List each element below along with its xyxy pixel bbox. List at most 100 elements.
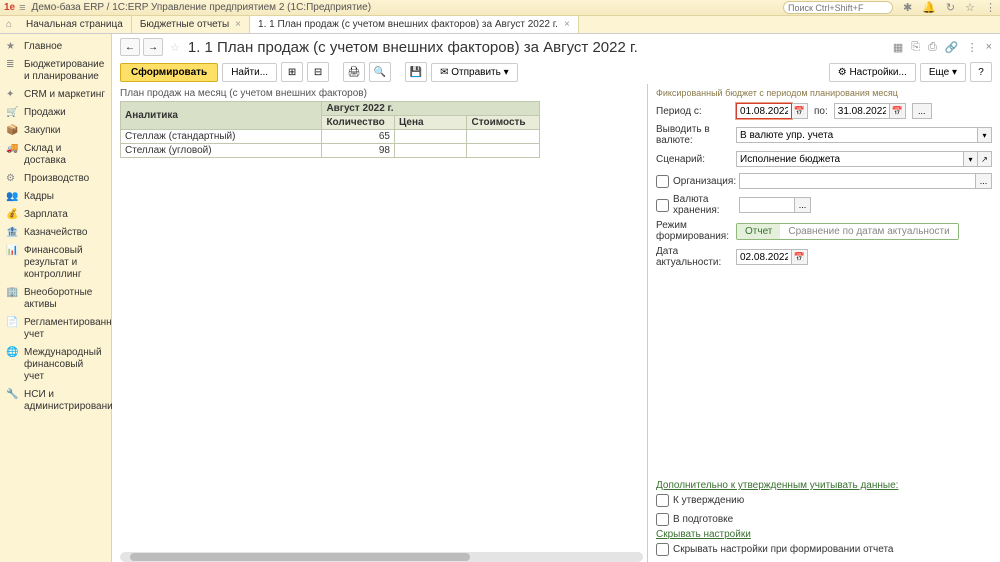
- org-picker-button[interactable]: ...: [976, 173, 992, 189]
- expand-group-button[interactable]: ⊞: [281, 62, 303, 82]
- valuta-picker-button[interactable]: ...: [795, 197, 811, 213]
- scenario-select[interactable]: [736, 151, 964, 167]
- period-from-label: Период с:: [656, 106, 736, 117]
- send-button[interactable]: ✉ Отправить ▾: [431, 63, 518, 82]
- history-icon[interactable]: ↻: [946, 1, 955, 14]
- sidebar-item-production[interactable]: ⚙Производство: [0, 170, 111, 188]
- mode-compare[interactable]: Сравнение по датам актуальности: [780, 224, 957, 239]
- preparation-checkbox[interactable]: [656, 513, 669, 526]
- back-button[interactable]: ←: [120, 38, 140, 56]
- help-button[interactable]: ?: [970, 62, 992, 82]
- sidebar-item-assets[interactable]: 🏢Внеоборотные активы: [0, 284, 111, 314]
- preview-icon[interactable]: ▦: [893, 41, 903, 54]
- period-to-input[interactable]: [834, 103, 890, 119]
- sidebar-item-regaccount[interactable]: 📄Регламентированный учет: [0, 314, 111, 344]
- period-to-label: по:: [814, 106, 828, 117]
- bank-icon: 🏦: [6, 227, 20, 239]
- close-icon[interactable]: ×: [564, 19, 570, 30]
- sidebar-item-salary[interactable]: 💰Зарплата: [0, 206, 111, 224]
- page-title: 1. 1 План продаж (с учетом внешних факто…: [188, 39, 638, 56]
- org-input[interactable]: [739, 173, 976, 189]
- actual-date-label: Дата актуальности:: [656, 246, 736, 268]
- extra-data-link[interactable]: Дополнительно к утвержденным учитывать д…: [656, 480, 898, 491]
- copy-icon[interactable]: ⎘: [911, 41, 920, 54]
- star-icon[interactable]: ☆: [965, 1, 975, 14]
- report-table: Аналитика Август 2022 г. Количество Цена…: [120, 101, 540, 158]
- print-button[interactable]: 🖨: [343, 62, 365, 82]
- sidebar-item-intlaccount[interactable]: 🌐Международный финансовый учет: [0, 344, 111, 386]
- actual-date-input[interactable]: [736, 249, 792, 265]
- period-picker-button[interactable]: ...: [912, 103, 932, 119]
- box-icon: 📦: [6, 125, 20, 137]
- hide-settings-link[interactable]: Скрывать настройки: [656, 529, 751, 540]
- approval-checkbox[interactable]: [656, 494, 669, 507]
- calendar-icon[interactable]: 📅: [792, 249, 808, 265]
- report-description: План продаж на месяц (с учетом внешних ф…: [120, 88, 643, 99]
- generate-button[interactable]: Сформировать: [120, 63, 218, 82]
- chevron-down-icon[interactable]: ▾: [964, 151, 978, 167]
- save-button[interactable]: 💾: [405, 62, 427, 82]
- calendar-icon[interactable]: 📅: [792, 103, 808, 119]
- chevron-down-icon[interactable]: ▾: [978, 127, 992, 143]
- sidebar-item-warehouse[interactable]: 🚚Склад и доставка: [0, 140, 111, 170]
- col-analytics: Аналитика: [121, 102, 322, 130]
- currency-label: Выводить в валюте:: [656, 124, 736, 146]
- handshake-icon: ✦: [6, 89, 20, 101]
- truck-icon: 🚚: [6, 143, 20, 155]
- period-from-input[interactable]: [736, 103, 792, 119]
- table-row[interactable]: Стеллаж (стандартный) 65: [121, 130, 540, 144]
- tab-budget-reports[interactable]: Бюджетные отчеты×: [132, 16, 250, 33]
- bell-icon[interactable]: 🔔: [922, 1, 936, 14]
- forward-button[interactable]: →: [143, 38, 163, 56]
- more-button[interactable]: Еще ▾: [920, 63, 966, 82]
- valuta-checkbox[interactable]: [656, 199, 669, 212]
- theme-icon[interactable]: ✱: [903, 1, 912, 14]
- sidebar: ★Главное ≣Бюджетирование и планирование …: [0, 34, 112, 562]
- table-row[interactable]: Стеллаж (угловой) 98: [121, 144, 540, 158]
- home-icon[interactable]: ⌂: [0, 16, 18, 33]
- calendar-icon[interactable]: 📅: [890, 103, 906, 119]
- close-icon[interactable]: ×: [235, 19, 241, 30]
- col-price: Цена: [394, 116, 467, 130]
- chart-icon: 📊: [6, 245, 20, 257]
- hide-on-generate-label: Скрывать настройки при формировании отче…: [673, 544, 893, 555]
- gear-icon: ⚙: [6, 173, 20, 185]
- menu-icon[interactable]: ≡: [19, 2, 25, 14]
- favorite-icon[interactable]: ☆: [170, 41, 180, 54]
- star-icon: ★: [6, 41, 20, 53]
- doc-icon: 📄: [6, 317, 20, 329]
- link-icon[interactable]: 🔗: [945, 41, 959, 54]
- sidebar-item-hr[interactable]: 👥Кадры: [0, 188, 111, 206]
- close-icon[interactable]: ×: [986, 41, 992, 54]
- settings-header: Фиксированный бюджет с периодом планиров…: [656, 88, 992, 98]
- valuta-input[interactable]: [739, 197, 795, 213]
- sidebar-item-nsi[interactable]: 🔧НСИ и администрирование: [0, 386, 111, 416]
- sidebar-item-main[interactable]: ★Главное: [0, 38, 111, 56]
- people-icon: 👥: [6, 191, 20, 203]
- global-search-input[interactable]: [783, 1, 893, 14]
- sidebar-item-finresult[interactable]: 📊Финансовый результат и контроллинг: [0, 242, 111, 284]
- open-icon[interactable]: ↗: [978, 151, 992, 167]
- find-button[interactable]: Найти...: [222, 63, 277, 82]
- print-icon[interactable]: ⎙: [928, 41, 937, 54]
- org-checkbox[interactable]: [656, 175, 669, 188]
- sidebar-item-crm[interactable]: ✦CRM и маркетинг: [0, 86, 111, 104]
- currency-select[interactable]: [736, 127, 978, 143]
- menu-dots-icon[interactable]: ⋮: [967, 41, 978, 54]
- tab-label: Начальная страница: [26, 19, 123, 30]
- settings-button[interactable]: ⚙ Настройки...: [829, 63, 916, 82]
- tab-sales-plan[interactable]: 1. 1 План продаж (с учетом внешних факто…: [250, 16, 579, 33]
- sidebar-item-treasury[interactable]: 🏦Казначейство: [0, 224, 111, 242]
- hide-on-generate-checkbox[interactable]: [656, 543, 669, 556]
- collapse-group-button[interactable]: ⊟: [307, 62, 329, 82]
- scenario-label: Сценарий:: [656, 154, 736, 165]
- sidebar-item-purchases[interactable]: 📦Закупки: [0, 122, 111, 140]
- tab-start[interactable]: Начальная страница: [18, 16, 132, 33]
- mode-report[interactable]: Отчет: [737, 224, 780, 239]
- sidebar-item-sales[interactable]: 🛒Продажи: [0, 104, 111, 122]
- sidebar-item-budgeting[interactable]: ≣Бюджетирование и планирование: [0, 56, 111, 86]
- more-icon[interactable]: ⋮: [985, 1, 996, 14]
- horizontal-scrollbar[interactable]: [120, 552, 643, 562]
- globe-icon: 🌐: [6, 347, 20, 359]
- preview-button[interactable]: 🔍: [369, 62, 391, 82]
